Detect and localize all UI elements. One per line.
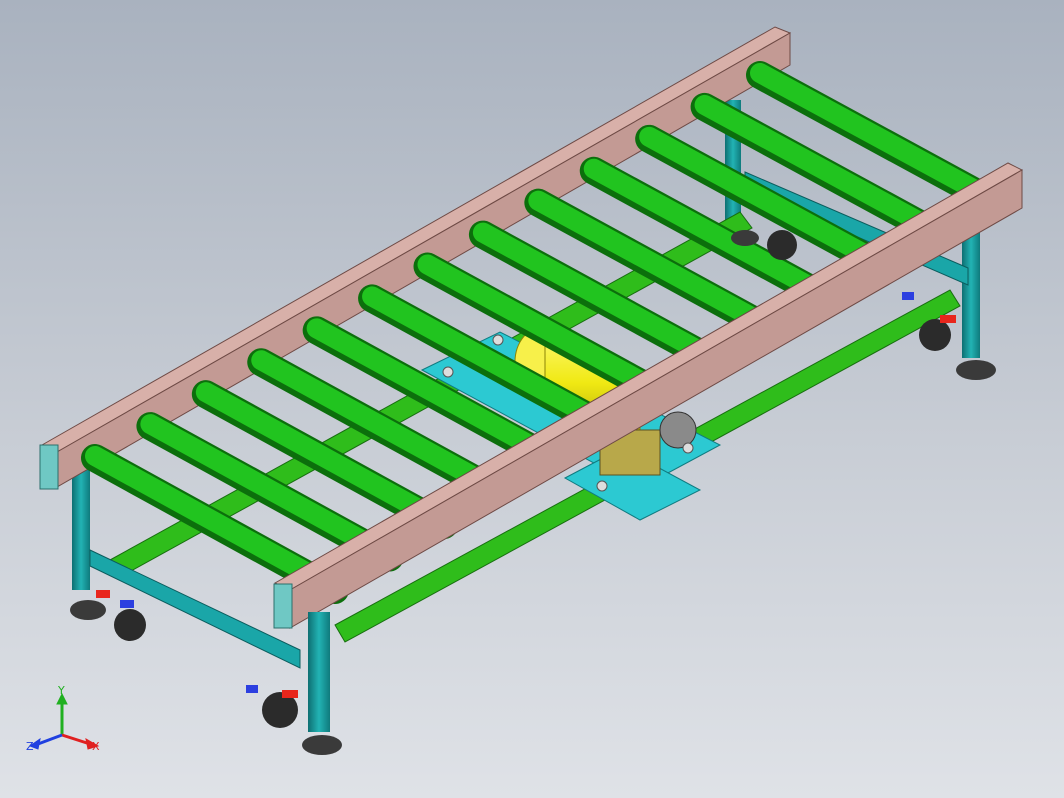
rail-end-cap	[39, 444, 59, 490]
leg	[962, 228, 980, 358]
caster-lock	[902, 292, 914, 300]
caster-lock	[120, 600, 134, 608]
caster-wheel	[114, 609, 146, 641]
y-axis-label: Y	[57, 684, 65, 697]
rail-end-cap	[273, 583, 293, 629]
bolt	[492, 334, 504, 346]
leveling-foot	[302, 735, 342, 755]
x-axis-label: X	[92, 740, 100, 753]
front-legs	[308, 612, 330, 732]
caster-lock	[940, 315, 956, 323]
leveling-foot	[731, 230, 759, 246]
leg	[72, 470, 90, 590]
cad-viewport[interactable]: Y X Z	[0, 0, 1064, 798]
leveling-foot	[956, 360, 996, 380]
side-rail-face	[289, 169, 1023, 629]
caster-lock	[96, 590, 110, 598]
bolt	[682, 442, 694, 454]
orientation-triad[interactable]: Y X Z	[20, 680, 110, 770]
bolt	[596, 480, 608, 492]
roller-highlight	[750, 63, 1000, 208]
bolt	[442, 366, 454, 378]
leveling-foot	[70, 600, 106, 620]
caster-lock	[282, 690, 298, 698]
caster-wheel	[767, 230, 797, 260]
leg	[308, 612, 330, 732]
caster-lock	[246, 685, 258, 693]
z-axis-label: Z	[26, 740, 34, 753]
sprocket	[659, 411, 697, 449]
front-side-rail	[273, 162, 1024, 629]
roller-conveyor-model[interactable]	[0, 0, 1064, 798]
caster-wheel	[919, 319, 951, 351]
